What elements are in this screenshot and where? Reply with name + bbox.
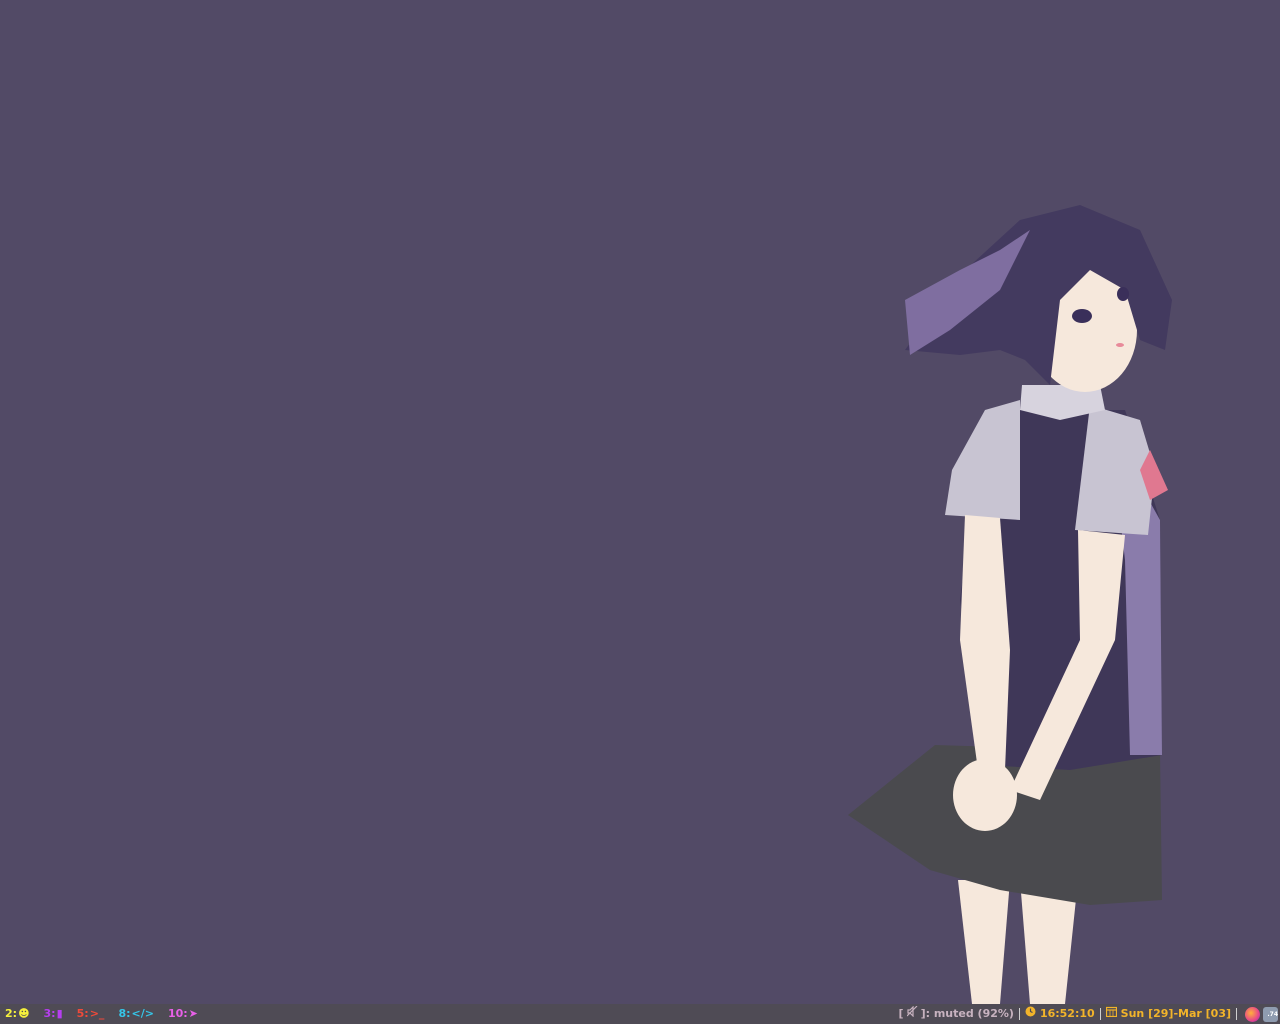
anime-girl-wallpaper	[848, 205, 1172, 1004]
code-icon: </>	[131, 1007, 154, 1020]
firefox-icon[interactable]	[1245, 1006, 1260, 1022]
terminal-icon: >_	[89, 1007, 105, 1020]
volume-indicator[interactable]: [ ] : muted (92%)	[899, 1004, 1014, 1024]
workspace-number: 5:	[76, 1007, 89, 1020]
weather-icon[interactable]: .74	[1263, 1006, 1278, 1022]
muted-speaker-icon	[906, 1004, 918, 1024]
file-icon: ▮	[56, 1007, 63, 1020]
workspace-number: 2:	[5, 1007, 18, 1020]
calendar-icon	[1105, 1004, 1117, 1024]
status-bar: 2:☻ 3:▮ 5:>_ 8:</> 10:➤ [ ] : muted (92%) 16…	[0, 1004, 1280, 1024]
separator	[1018, 1008, 1020, 1020]
workspace-number: 10:	[167, 1007, 188, 1020]
workspace-2[interactable]: 2:☻	[5, 1004, 30, 1024]
smiley-icon: ☻	[18, 1007, 30, 1020]
workspace-5[interactable]: 5:>_	[77, 1004, 105, 1024]
clock: 16:52:10	[1025, 1004, 1095, 1024]
clock-text: 16:52:10	[1039, 1007, 1095, 1020]
volume-bracket-open: [	[898, 1007, 904, 1020]
workspace-list: 2:☻ 3:▮ 5:>_ 8:</> 10:➤	[5, 1004, 212, 1024]
volume-text: : muted (92%)	[925, 1007, 1014, 1020]
status-area: [ ] : muted (92%) 16:52:10 Sun [29]-Mar …	[899, 1004, 1278, 1024]
date: Sun [29]-Mar [03]	[1105, 1004, 1231, 1024]
workspace-8[interactable]: 8:</>	[118, 1004, 154, 1024]
workspace-number: 8:	[118, 1007, 131, 1020]
date-text: Sun [29]-Mar [03]	[1120, 1007, 1231, 1020]
send-icon: ➤	[188, 1007, 198, 1020]
workspace-3[interactable]: 3:▮	[44, 1004, 63, 1024]
desktop	[0, 0, 1280, 1004]
workspace-number: 3:	[43, 1007, 56, 1020]
clock-icon	[1025, 1004, 1036, 1024]
workspace-10[interactable]: 10:➤	[168, 1004, 198, 1024]
separator	[1236, 1008, 1237, 1020]
separator	[1099, 1008, 1101, 1020]
weather-label: .74	[1267, 1010, 1278, 1018]
